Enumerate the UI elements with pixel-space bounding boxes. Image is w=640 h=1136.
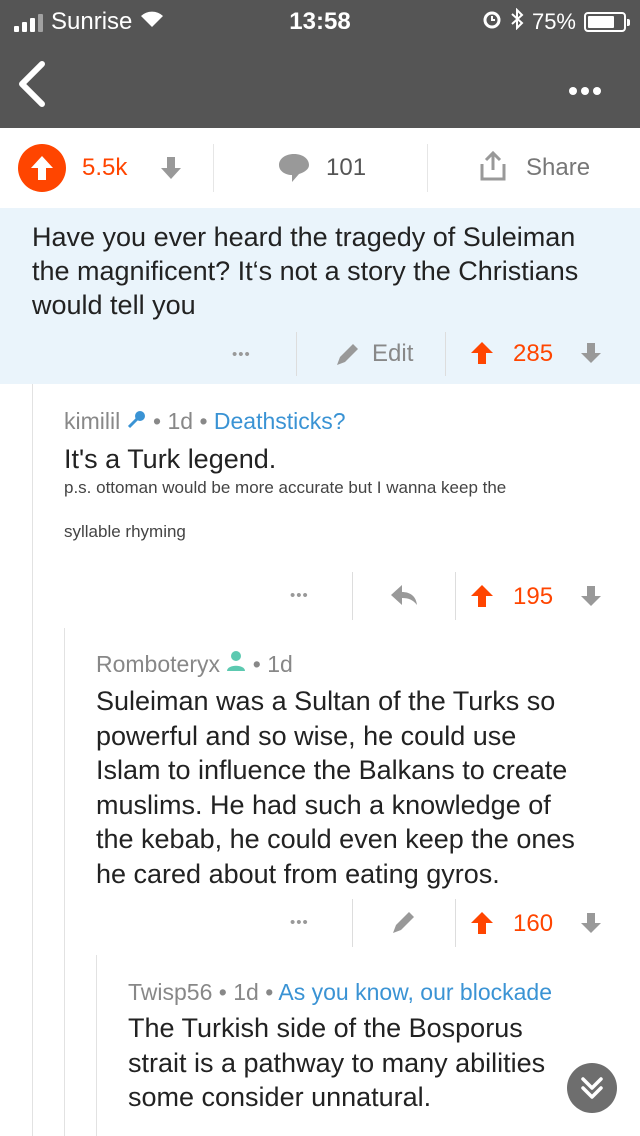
user-icon xyxy=(226,651,246,677)
comment-body: Have you ever heard the tragedy of Sulei… xyxy=(32,222,579,320)
downvote-arrow-icon xyxy=(581,586,601,606)
comment-count: 101 xyxy=(326,154,367,181)
user-flair: As you know, our blockade xyxy=(278,979,552,1005)
upvote-arrow-icon xyxy=(471,912,493,934)
comment-line: he cared about from eating gyros. xyxy=(96,858,500,889)
thread-line xyxy=(32,384,33,1136)
upvote-arrow-icon xyxy=(471,585,493,607)
microphone-icon xyxy=(127,408,147,434)
comment-line: Suleiman was a Sultan of the Turks so xyxy=(96,686,556,716)
comment-score: 285 xyxy=(513,340,554,367)
double-chevron-down-icon xyxy=(581,1077,603,1099)
comment-bubble-icon xyxy=(279,154,309,182)
divider xyxy=(455,572,456,620)
pencil-icon[interactable] xyxy=(334,340,362,373)
comment-line: the kebab, he could even keep the ones xyxy=(96,824,575,854)
downvote-button[interactable] xyxy=(580,585,602,612)
comment-line: The Turkish side of the Bosporus xyxy=(128,1013,523,1043)
upvote-button[interactable] xyxy=(470,911,494,940)
more-options-button[interactable] xyxy=(568,80,602,101)
downvote-arrow-icon xyxy=(581,343,601,363)
divider xyxy=(352,899,353,947)
reply-button[interactable] xyxy=(390,583,418,612)
comment-small-text: p.s. ottoman would be more accurate but … xyxy=(64,478,507,497)
upvote-arrow-icon xyxy=(31,156,53,180)
comment-small-text: syllable rhyming xyxy=(64,522,186,541)
divider xyxy=(445,332,446,376)
comment-line: muslims. He had such a knowledge of xyxy=(96,789,551,820)
comment-body: It's a Turk legend. xyxy=(64,444,277,474)
comment-more-button[interactable]: ••• xyxy=(232,346,251,363)
bluetooth-icon xyxy=(510,7,524,36)
comment-line: some consider unnatural. xyxy=(128,1082,432,1112)
comment-meta: Twisp56 • 1d • As you know, our blockade xyxy=(128,979,552,1005)
upvote-arrow-icon xyxy=(471,342,493,364)
next-comment-button[interactable] xyxy=(567,1063,617,1113)
more-dots-icon xyxy=(569,87,601,95)
comments-button[interactable] xyxy=(278,153,310,188)
alarm-icon xyxy=(482,9,502,35)
back-button[interactable] xyxy=(14,60,54,108)
nav-bar xyxy=(0,40,640,128)
post-downvote-button[interactable] xyxy=(160,156,182,185)
share-button[interactable]: Share xyxy=(526,154,590,182)
divider xyxy=(296,332,297,376)
comment-score: 195 xyxy=(513,583,554,610)
divider xyxy=(213,144,214,192)
battery-icon xyxy=(584,12,630,32)
comment-more-button[interactable]: ••• xyxy=(290,914,309,931)
reply-arrow-icon xyxy=(391,585,417,605)
downvote-arrow-icon xyxy=(161,157,181,179)
divider xyxy=(427,144,428,192)
post-score: 5.5k xyxy=(82,154,128,181)
comment-age: 1d xyxy=(233,979,259,1005)
downvote-arrow-icon xyxy=(581,913,601,933)
comment-age: 1d xyxy=(167,408,194,434)
upvote-button[interactable] xyxy=(470,584,494,613)
post-action-bar: 5.5k 101 Share xyxy=(0,128,640,209)
downvote-button[interactable] xyxy=(580,342,602,369)
comment-age: 1d xyxy=(267,651,293,677)
comment-line: Islam to influence the Balkans to create xyxy=(96,755,568,785)
user-flair: Deathsticks? xyxy=(213,408,346,434)
comment-meta: Romboteryx • 1d xyxy=(96,651,293,677)
share-icon[interactable] xyxy=(478,150,508,187)
thread-line xyxy=(96,955,97,1136)
comment-line: strait is a pathway to many abilities xyxy=(128,1047,546,1078)
comment-body: The Turkish side of the Bosporus strait … xyxy=(128,1011,628,1115)
downvote-button[interactable] xyxy=(580,912,602,939)
username[interactable]: Romboteryx xyxy=(96,651,220,677)
comment-more-button[interactable]: ••• xyxy=(290,587,309,604)
divider xyxy=(455,899,456,947)
username[interactable]: Twisp56 xyxy=(128,979,212,1005)
username[interactable]: kimilil xyxy=(64,408,120,434)
highlighted-comment: Have you ever heard the tragedy of Sulei… xyxy=(0,208,640,384)
comment-body: Suleiman was a Sultan of the Turks so po… xyxy=(96,684,616,891)
pencil-icon[interactable] xyxy=(390,908,418,941)
thread-line xyxy=(64,628,65,1136)
comment-score: 160 xyxy=(513,910,554,937)
post-upvote-button[interactable] xyxy=(18,144,66,192)
edit-button[interactable]: Edit xyxy=(372,340,413,368)
battery-percent: 75% xyxy=(531,9,576,34)
comment-meta: kimilil • 1d • Deathsticks? xyxy=(64,408,346,434)
status-right: 75% xyxy=(482,7,630,36)
upvote-button[interactable] xyxy=(470,341,494,370)
chevron-left-icon xyxy=(19,61,45,107)
divider xyxy=(352,572,353,620)
status-bar: Sunrise 13:58 75% xyxy=(0,0,640,40)
comment-line: powerful and so wise, he could use xyxy=(96,720,517,751)
